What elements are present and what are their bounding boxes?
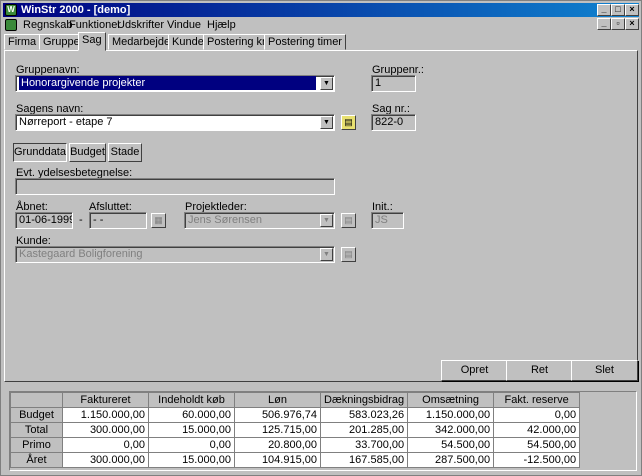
table-cell[interactable]: 104.915,00 (234, 452, 321, 468)
subtab-stade[interactable]: Stade (108, 143, 142, 162)
corner-cell (10, 392, 63, 408)
table-cell[interactable]: -12.500,00 (493, 452, 581, 468)
summary-table: Faktureret Indeholdt køb Løn Dækningsbid… (10, 392, 581, 468)
column-header: Dækningsbidrag (319, 392, 409, 408)
table-cell[interactable]: 1.150.000,00 (407, 407, 495, 423)
table-cell[interactable]: 54.500,00 (493, 437, 581, 453)
row-header: Total (10, 422, 63, 438)
table-cell[interactable]: 0,00 (148, 437, 235, 453)
doc-minimize-button[interactable]: _ (597, 18, 611, 30)
close-button[interactable]: × (625, 4, 639, 16)
date-separator: - (79, 214, 83, 226)
sagens-navn-value: Nørreport - etape 7 (19, 116, 113, 128)
row-header: Budget (10, 407, 63, 423)
table-cell[interactable]: 1.150.000,00 (62, 407, 149, 423)
gruppenavn-dropdown[interactable]: Honorargivende projekter ▼ (15, 75, 335, 92)
table-cell[interactable]: 60.000,00 (148, 407, 235, 423)
tab-postering-timer[interactable]: Postering timer (264, 34, 346, 50)
column-header: Faktureret (62, 392, 149, 408)
gruppenavn-value: Honorargivende projekter (19, 76, 316, 90)
summary-grid: Faktureret Indeholdt køb Løn Dækningsbid… (9, 391, 637, 471)
column-header: Omsætning (407, 392, 495, 408)
window-title: WinStr 2000 - [demo] (21, 4, 131, 16)
menu-vindue[interactable]: Vindue (167, 18, 201, 33)
table-cell[interactable]: 54.500,00 (407, 437, 495, 453)
app-icon: W (5, 4, 17, 16)
lookup-icon[interactable]: ▤ (341, 213, 356, 228)
table-cell[interactable]: 201.285,00 (319, 422, 409, 438)
aabnet-field[interactable]: 01-06-1999 (15, 212, 73, 229)
table-cell[interactable]: 15.000,00 (148, 452, 235, 468)
maximize-button[interactable]: □ (611, 4, 625, 16)
table-cell[interactable]: 0,00 (62, 437, 149, 453)
table-row[interactable]: Budget 1.150.000,00 60.000,00 506.976,74… (10, 407, 581, 423)
document-icon[interactable] (5, 19, 17, 31)
table-cell[interactable]: 20.800,00 (234, 437, 321, 453)
minimize-button[interactable]: _ (597, 4, 611, 16)
gruppenr-field: 1 (371, 75, 416, 92)
column-header: Løn (234, 392, 321, 408)
kunde-dropdown[interactable]: Kastegaard Boligforening ▼ (15, 246, 335, 263)
tab-postering-kr[interactable]: Postering kr. (203, 34, 273, 50)
projektleder-dropdown[interactable]: Jens Sørensen ▼ (184, 212, 335, 229)
table-cell[interactable]: 33.700,00 (319, 437, 409, 453)
column-header: Indeholdt køb (148, 392, 235, 408)
subtab-budget[interactable]: Budget (69, 143, 106, 162)
table-header-row: Faktureret Indeholdt køb Løn Dækningsbid… (10, 392, 581, 408)
column-header: Fakt. reserve (493, 392, 581, 408)
menu-funktioner[interactable]: Funktioner (69, 18, 121, 33)
row-header: Primo (10, 437, 63, 453)
table-cell[interactable]: 167.585,00 (319, 452, 409, 468)
tab-sag[interactable]: Sag (78, 32, 106, 51)
title-bar: W WinStr 2000 - [demo] _ □ × (3, 3, 639, 17)
doc-close-button[interactable]: × (625, 18, 639, 30)
projektleder-value: Jens Sørensen (188, 214, 262, 226)
table-row[interactable]: Primo 0,00 0,00 20.800,00 33.700,00 54.5… (10, 437, 581, 453)
tab-gruppe[interactable]: Gruppe (39, 34, 84, 50)
chevron-down-icon[interactable]: ▼ (320, 248, 333, 261)
doc-restore-button[interactable]: ▫ (611, 18, 625, 30)
table-cell[interactable]: 0,00 (493, 407, 581, 423)
sagens-navn-dropdown[interactable]: Nørreport - etape 7 ▼ (15, 114, 335, 131)
calendar-icon[interactable]: ▦ (151, 213, 166, 228)
slet-button[interactable]: Slet (571, 360, 638, 381)
table-cell[interactable]: 300.000,00 (62, 452, 149, 468)
table-cell[interactable]: 287.500,00 (407, 452, 495, 468)
menu-hjaelp[interactable]: Hjælp (207, 18, 236, 33)
init-field: JS (371, 212, 404, 229)
chevron-down-icon[interactable]: ▼ (320, 214, 333, 227)
table-cell[interactable]: 583.023,26 (319, 407, 409, 423)
table-cell[interactable]: 125.715,00 (234, 422, 321, 438)
ydelse-field[interactable] (15, 178, 335, 195)
lookup-icon[interactable]: ▤ (341, 247, 356, 262)
row-header: Året (10, 452, 63, 468)
chevron-down-icon[interactable]: ▼ (320, 116, 333, 129)
menu-regnskab[interactable]: Regnskab (23, 18, 73, 33)
table-cell[interactable]: 300.000,00 (62, 422, 149, 438)
lookup-icon[interactable]: ▤ (341, 115, 356, 130)
chevron-down-icon[interactable]: ▼ (320, 77, 333, 90)
table-cell[interactable]: 42.000,00 (493, 422, 581, 438)
table-cell[interactable]: 15.000,00 (148, 422, 235, 438)
table-row[interactable]: Året 300.000,00 15.000,00 104.915,00 167… (10, 452, 581, 468)
table-row[interactable]: Total 300.000,00 15.000,00 125.715,00 20… (10, 422, 581, 438)
ret-button[interactable]: Ret (506, 360, 573, 381)
tab-firma[interactable]: Firma (4, 34, 41, 50)
table-cell[interactable]: 342.000,00 (407, 422, 495, 438)
kunde-value: Kastegaard Boligforening (19, 248, 143, 260)
menu-udskrifter[interactable]: Udskrifter (117, 18, 164, 33)
app-window: W WinStr 2000 - [demo] _ □ × Regnskab Fu… (0, 0, 642, 476)
tab-kunde[interactable]: Kunde (168, 34, 208, 50)
sag-nr-field: 822-0 (371, 114, 416, 131)
table-cell[interactable]: 506.976,74 (234, 407, 321, 423)
afsluttet-field[interactable]: - - (89, 212, 147, 229)
subtab-grunddata[interactable]: Grunddata (13, 143, 67, 162)
opret-button[interactable]: Opret (441, 360, 508, 381)
